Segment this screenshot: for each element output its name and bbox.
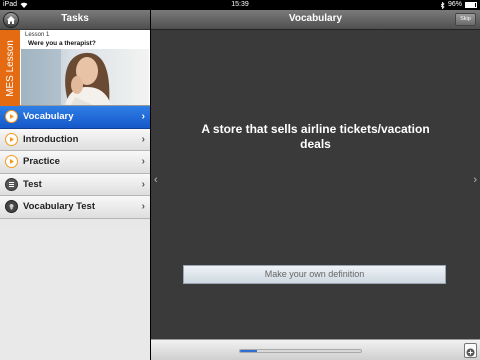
next-card-icon[interactable]: ›: [473, 174, 477, 186]
battery-percent: 96%: [447, 1, 462, 8]
vocabulary-panel: Vocabulary Skip ‹ A store that sells air…: [151, 10, 480, 360]
lesson-photo: [21, 49, 149, 105]
previous-card-icon[interactable]: ‹: [154, 174, 158, 186]
tasks-title: Tasks: [61, 13, 89, 24]
task-menu: Vocabulary › Introduction › Practice › T…: [0, 106, 150, 219]
lesson-title: Were you a therapist?: [28, 40, 96, 47]
badge-icon: [5, 200, 18, 214]
plus-circle-icon: [466, 348, 475, 357]
status-bar: iPad 15:39 96%: [0, 0, 480, 10]
chevron-right-icon: ›: [141, 133, 145, 145]
lesson-tab-label: MES Lesson: [4, 39, 16, 97]
menu-item-label: Vocabulary: [23, 111, 74, 123]
tasks-panel-empty-area: [0, 228, 150, 360]
vocabulary-title: Vocabulary: [288, 13, 343, 24]
vocabulary-header: Vocabulary Skip: [151, 10, 480, 30]
play-icon: [5, 132, 18, 146]
skip-button[interactable]: Skip: [455, 13, 476, 26]
bottom-toolbar: [151, 339, 480, 360]
lesson-number: Lesson 1: [25, 32, 50, 38]
lesson-tab: MES Lesson: [0, 30, 20, 106]
status-time: 15:39: [231, 1, 249, 8]
menu-item-vocabulary-test[interactable]: Vocabulary Test ›: [0, 196, 150, 219]
lesson-banner[interactable]: MES Lesson Lesson 1 Were you a therapist…: [0, 30, 150, 106]
chevron-right-icon: ›: [141, 156, 145, 167]
menu-item-label: Introduction: [23, 133, 79, 145]
menu-item-introduction[interactable]: Introduction ›: [0, 128, 150, 151]
battery-icon: [465, 2, 477, 8]
definition-text: A store that sells airline tickets/vacat…: [201, 122, 430, 151]
menu-item-label: Test: [23, 178, 42, 190]
menu-item-vocabulary[interactable]: Vocabulary ›: [0, 106, 150, 129]
menu-item-practice[interactable]: Practice ›: [0, 151, 150, 174]
progress-bar: [239, 349, 362, 353]
bluetooth-icon: [440, 1, 445, 9]
list-icon: [5, 177, 18, 191]
play-icon: [5, 110, 18, 124]
chevron-right-icon: ›: [141, 201, 145, 212]
make-own-definition-button[interactable]: Make your own definition: [183, 265, 446, 284]
flashcard-area: ‹ A store that sells airline tickets/vac…: [151, 31, 480, 339]
menu-item-label: Vocabulary Test: [23, 201, 95, 213]
tasks-panel: Tasks MES Lesson Lesson 1 Were you a the…: [0, 10, 150, 360]
tasks-header: Tasks: [0, 10, 150, 30]
menu-item-test[interactable]: Test ›: [0, 173, 150, 196]
chevron-right-icon: ›: [141, 111, 145, 122]
play-icon: [5, 155, 18, 169]
progress-fill: [240, 350, 257, 352]
chevron-right-icon: ›: [141, 178, 145, 190]
add-button[interactable]: [464, 343, 477, 358]
menu-item-label: Practice: [23, 156, 60, 168]
